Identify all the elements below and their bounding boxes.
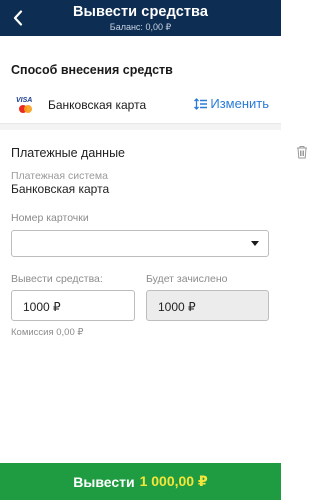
- balance-label: Баланс:: [109, 22, 143, 32]
- payment-system-label: Платежная система: [11, 170, 108, 182]
- page-title: Вывести средства: [72, 4, 209, 20]
- credited-amount-field: 1000 ₽: [146, 290, 269, 321]
- caret-down-icon: [251, 241, 259, 246]
- card-number-select[interactable]: [11, 230, 269, 257]
- selected-method-label: Банковская карта: [48, 98, 147, 112]
- change-method-label: Изменить: [210, 96, 269, 111]
- card-number-label: Номер карточки: [11, 212, 89, 224]
- balance-text: Баланс: 0,00 ₽: [0, 22, 281, 33]
- submit-amount: 1 000,00 ₽: [139, 473, 208, 489]
- balance-value: 0,00 ₽: [145, 22, 172, 32]
- withdraw-amount-label: Вывести средства:: [11, 273, 103, 285]
- fee-text: Комиссия 0,00 ₽: [11, 327, 84, 338]
- payment-details-title: Платежные данные: [11, 146, 126, 160]
- change-method-button[interactable]: Изменить: [194, 96, 269, 111]
- withdraw-amount-input[interactable]: 1000 ₽: [11, 290, 135, 321]
- withdraw-submit-button[interactable]: Вывести 1 000,00 ₽: [0, 463, 281, 500]
- submit-label: Вывести: [73, 473, 135, 490]
- visa-logo-text: VISA: [16, 97, 32, 104]
- method-section-title: Способ внесения средств: [11, 63, 173, 77]
- card-brands-icon: VISA: [16, 97, 32, 113]
- credited-amount-label: Будет зачислено: [146, 273, 228, 285]
- payment-method-row: VISA Банковская карта Изменить: [0, 86, 281, 124]
- section-divider: [0, 124, 281, 130]
- sort-icon: [194, 97, 208, 110]
- trash-icon[interactable]: [296, 145, 308, 159]
- payment-system-value: Банковская карта: [11, 182, 110, 196]
- app-header: Вывести средства Баланс: 0,00 ₽: [0, 0, 281, 36]
